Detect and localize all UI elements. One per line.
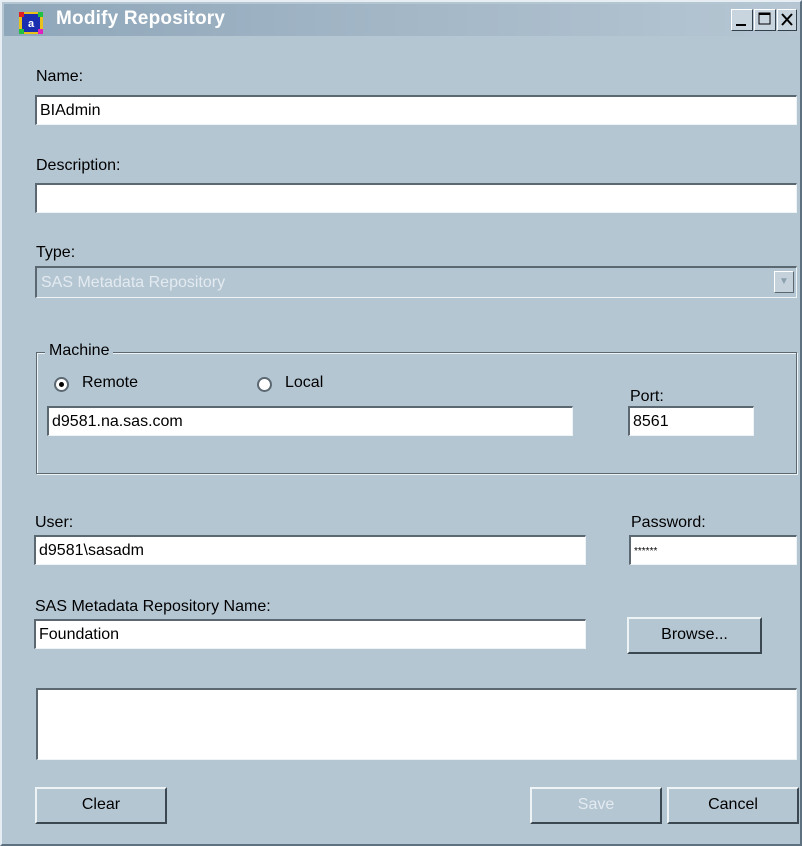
chevron-down-icon[interactable]: ▼	[774, 271, 794, 293]
name-label: Name:	[36, 68, 84, 85]
type-select-value: SAS Metadata Repository	[41, 274, 226, 291]
password-label: Password:	[631, 514, 706, 531]
password-field[interactable]	[629, 535, 797, 565]
maximize-icon	[758, 12, 771, 25]
modify-repository-dialog: a Modify Repository Name: Description: T…	[0, 0, 802, 846]
app-icon: a	[19, 12, 43, 34]
remote-radio-label[interactable]: Remote	[82, 374, 138, 392]
cancel-button[interactable]: Cancel	[667, 787, 799, 824]
remote-radio[interactable]	[54, 377, 69, 392]
svg-text:a: a	[28, 18, 35, 30]
minimize-button[interactable]	[731, 9, 753, 31]
maximize-button[interactable]	[754, 9, 776, 31]
close-button[interactable]	[777, 9, 797, 31]
type-label: Type:	[36, 244, 76, 261]
description-label: Description:	[36, 157, 121, 174]
clear-button[interactable]: Clear	[35, 787, 167, 824]
minimize-icon	[736, 24, 746, 26]
messages-area	[36, 688, 797, 760]
user-label: User:	[35, 514, 74, 531]
repository-name-field[interactable]	[34, 619, 586, 649]
save-button[interactable]: Save	[530, 787, 662, 824]
title-bar[interactable]: a Modify Repository	[4, 4, 800, 36]
port-field[interactable]	[628, 406, 754, 436]
close-icon	[781, 13, 793, 26]
browse-button[interactable]: Browse...	[627, 617, 762, 654]
repository-name-label: SAS Metadata Repository Name:	[35, 598, 271, 615]
user-field[interactable]	[34, 535, 586, 565]
machine-group-label: Machine	[45, 342, 114, 360]
type-select[interactable]: SAS Metadata Repository ▼	[35, 266, 797, 298]
host-field[interactable]	[47, 406, 573, 436]
name-field[interactable]	[35, 95, 797, 125]
port-label: Port:	[630, 388, 664, 405]
local-radio-label[interactable]: Local	[285, 374, 323, 392]
local-radio[interactable]	[257, 377, 272, 392]
description-field[interactable]	[35, 183, 797, 213]
window-title: Modify Repository	[56, 8, 226, 29]
